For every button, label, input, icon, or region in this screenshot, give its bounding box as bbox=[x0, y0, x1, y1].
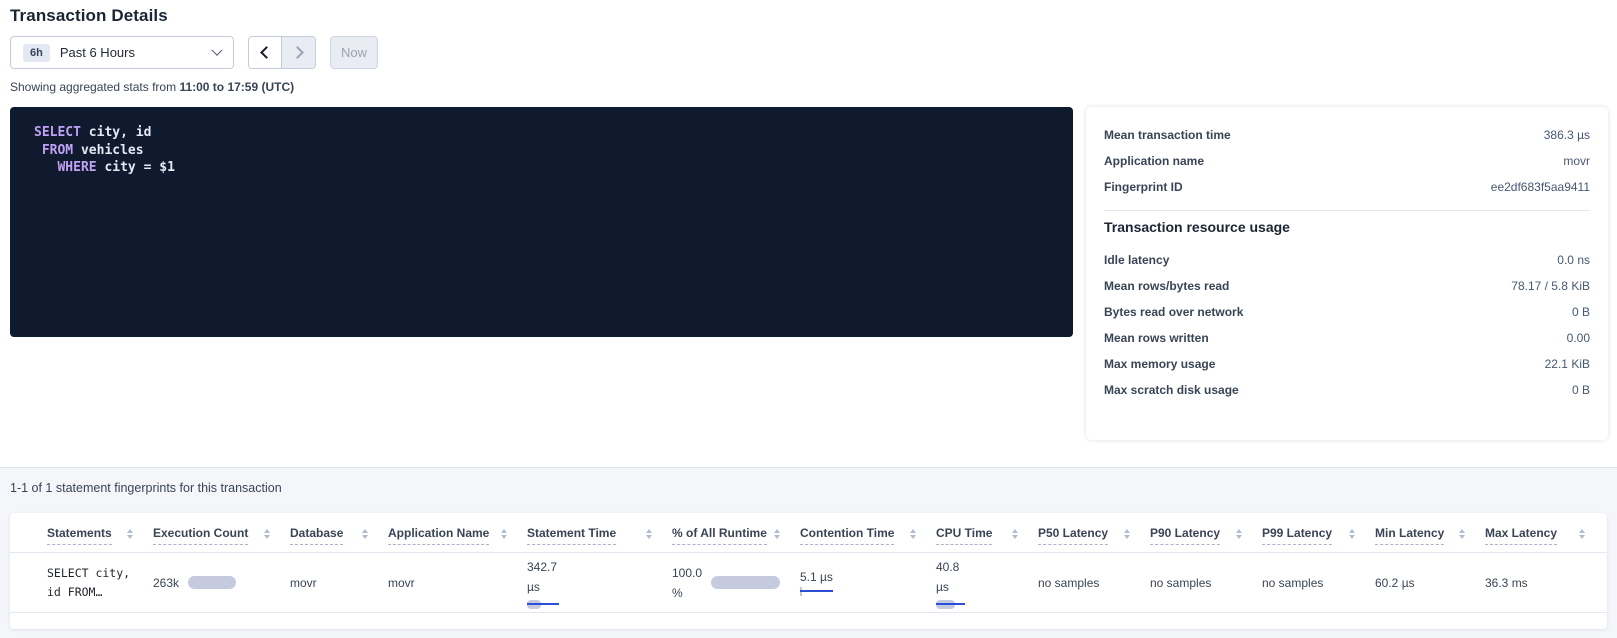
sort-icon bbox=[501, 529, 507, 539]
sort-icon bbox=[774, 529, 780, 539]
statements-table-header: Statements Execution Count Database Appl… bbox=[10, 513, 1607, 553]
column-header-cpu-time[interactable]: CPU Time bbox=[926, 526, 1028, 552]
sort-icon bbox=[127, 529, 133, 539]
sort-icon bbox=[910, 529, 916, 539]
transaction-summary-card: Mean transaction time 386.3 µs Applicati… bbox=[1086, 107, 1608, 440]
sort-icon bbox=[1349, 529, 1355, 539]
cpu-time-cell: 40.8 µs bbox=[926, 557, 1028, 609]
statement-time-bar bbox=[527, 600, 559, 609]
previous-time-button[interactable] bbox=[249, 37, 282, 68]
time-range-label: Past 6 Hours bbox=[60, 45, 213, 60]
p90-latency-cell: no samples bbox=[1140, 576, 1252, 590]
time-controls: 6h Past 6 Hours Now bbox=[10, 36, 378, 69]
chevron-right-icon bbox=[291, 46, 304, 59]
time-step-buttons bbox=[248, 36, 316, 69]
sort-icon bbox=[1579, 529, 1585, 539]
resource-row: Max memory usage 22.1 KiB bbox=[1104, 351, 1590, 377]
execution-count-bar bbox=[188, 576, 236, 589]
resource-row: Max scratch disk usage 0 B bbox=[1104, 377, 1590, 403]
sort-icon bbox=[1236, 529, 1242, 539]
summary-row: Fingerprint ID ee2df683f5aa9411 bbox=[1104, 174, 1590, 200]
column-header-database[interactable]: Database bbox=[280, 526, 378, 552]
chevron-left-icon bbox=[260, 46, 273, 59]
database-cell: movr bbox=[280, 576, 378, 590]
time-range-badge: 6h bbox=[23, 44, 50, 62]
stats-caption-range: 11:00 to 17:59 (UTC) bbox=[179, 80, 294, 94]
column-header-execution-count[interactable]: Execution Count bbox=[143, 526, 280, 552]
column-header-p99-latency[interactable]: P99 Latency bbox=[1252, 526, 1365, 552]
p99-latency-cell: no samples bbox=[1252, 576, 1365, 590]
statements-table: Statements Execution Count Database Appl… bbox=[10, 513, 1607, 629]
sort-icon bbox=[1012, 529, 1018, 539]
fingerprint-count-text: 1-1 of 1 statement fingerprints for this… bbox=[10, 481, 282, 495]
cpu-time-bar bbox=[936, 600, 965, 609]
min-latency-cell: 60.2 µs bbox=[1365, 576, 1475, 590]
contention-time-bar bbox=[800, 587, 833, 596]
resource-row: Idle latency 0.0 ns bbox=[1104, 247, 1590, 273]
statement-row: SELECT city, id FROM… 263k movr movr 342… bbox=[10, 553, 1607, 613]
aggregated-stats-caption: Showing aggregated stats from 11:00 to 1… bbox=[10, 80, 294, 94]
sort-icon bbox=[1459, 529, 1465, 539]
application-name-cell: movr bbox=[378, 576, 517, 590]
column-header-min-latency[interactable]: Min Latency bbox=[1365, 526, 1475, 552]
max-latency-cell: 36.3 ms bbox=[1475, 576, 1595, 590]
column-header-p90-latency[interactable]: P90 Latency bbox=[1140, 526, 1252, 552]
statement-time-cell: 342.7 µs bbox=[517, 557, 662, 609]
page-title: Transaction Details bbox=[10, 6, 168, 26]
sort-icon bbox=[646, 529, 652, 539]
sort-icon bbox=[264, 529, 270, 539]
p50-latency-cell: no samples bbox=[1028, 576, 1140, 590]
sort-icon bbox=[1124, 529, 1130, 539]
time-range-dropdown[interactable]: 6h Past 6 Hours bbox=[10, 36, 234, 69]
stats-caption-prefix: Showing aggregated stats from bbox=[10, 80, 179, 94]
summary-divider bbox=[1104, 210, 1590, 211]
statements-section: 1-1 of 1 statement fingerprints for this… bbox=[0, 467, 1617, 638]
resource-row: Mean rows written 0.00 bbox=[1104, 325, 1590, 351]
chevron-down-icon bbox=[211, 44, 222, 55]
summary-row: Mean transaction time 386.3 µs bbox=[1104, 122, 1590, 148]
now-button[interactable]: Now bbox=[330, 36, 378, 69]
column-header-contention-time[interactable]: Contention Time bbox=[790, 526, 926, 552]
statement-link[interactable]: SELECT city, id FROM… bbox=[47, 564, 133, 602]
column-header-pct-runtime[interactable]: % of All Runtime bbox=[662, 526, 790, 552]
column-header-statements[interactable]: Statements bbox=[37, 526, 143, 552]
resource-usage-title: Transaction resource usage bbox=[1104, 219, 1590, 235]
column-header-max-latency[interactable]: Max Latency bbox=[1475, 526, 1595, 552]
statement-cell: SELECT city, id FROM… bbox=[37, 564, 143, 602]
contention-time-cell: 5.1 µs bbox=[790, 570, 926, 596]
pct-runtime-cell: 100.0 % bbox=[662, 563, 790, 603]
column-header-application-name[interactable]: Application Name bbox=[378, 526, 517, 552]
sort-icon bbox=[362, 529, 368, 539]
column-header-p50-latency[interactable]: P50 Latency bbox=[1028, 526, 1140, 552]
resource-row: Bytes read over network 0 B bbox=[1104, 299, 1590, 325]
resource-row: Mean rows/bytes read 78.17 / 5.8 KiB bbox=[1104, 273, 1590, 299]
next-time-button[interactable] bbox=[282, 37, 315, 68]
sql-statement-box: SELECT city, id FROM vehicles WHERE city… bbox=[10, 107, 1073, 337]
summary-row: Application name movr bbox=[1104, 148, 1590, 174]
execution-count-cell: 263k bbox=[143, 576, 280, 590]
pct-runtime-bar bbox=[711, 576, 780, 589]
column-header-statement-time[interactable]: Statement Time bbox=[517, 526, 662, 552]
